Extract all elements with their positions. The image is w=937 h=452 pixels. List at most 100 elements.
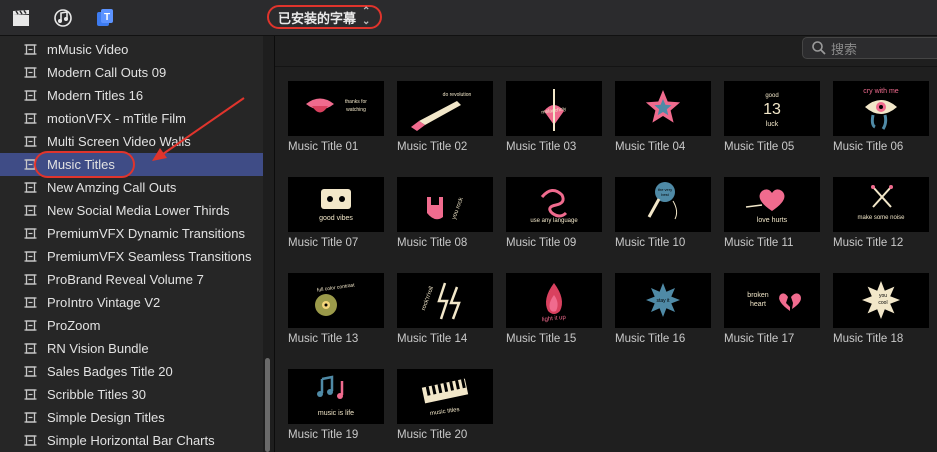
sidebar-item-label: Simple Design Titles xyxy=(47,410,165,425)
svg-text:love hurts: love hurts xyxy=(757,217,788,224)
svg-text:heart: heart xyxy=(750,301,766,308)
sidebar-item-label: motionVFX - mTitle Film xyxy=(47,111,186,126)
title-bundle-icon xyxy=(24,205,37,216)
sidebar-item[interactable]: PremiumVFX Dynamic Transitions xyxy=(0,222,263,245)
sidebar-item[interactable]: Sales Badges Title 20 xyxy=(0,360,263,383)
svg-text:you: you xyxy=(879,293,887,299)
title-caption: Music Title 12 xyxy=(833,237,904,249)
title-caption: Music Title 14 xyxy=(397,333,468,345)
title-bundle-icon xyxy=(24,435,37,446)
title-tile[interactable]: cry with me Music Title 06 xyxy=(833,81,929,161)
title-caption: Music Title 03 xyxy=(506,141,577,153)
header-divider xyxy=(275,66,937,67)
title-thumbnail: light it up xyxy=(506,273,602,328)
title-caption: Music Title 13 xyxy=(288,333,359,345)
installed-titles-dropdown[interactable]: 已安装的字幕 ⌃ ⌄ xyxy=(267,5,382,29)
sidebar-item-label: Multi Screen Video Walls xyxy=(47,134,191,149)
title-caption: Music Title 05 xyxy=(724,141,795,153)
chevron-updown-icon: ⌃ ⌄ xyxy=(362,6,371,27)
sidebar-item[interactable]: Multi Screen Video Walls xyxy=(0,130,263,153)
title-bundle-icon xyxy=(24,366,37,377)
title-thumbnail: stay it xyxy=(615,273,711,328)
title-tile[interactable]: you rock Music Title 08 xyxy=(397,177,493,257)
sidebar-item-label: PremiumVFX Seamless Transitions xyxy=(47,249,252,264)
title-tile[interactable]: light it up Music Title 15 xyxy=(506,273,602,353)
title-tile[interactable]: the very best Music Title 10 xyxy=(615,177,711,257)
title-tile[interactable]: you cool Music Title 18 xyxy=(833,273,929,353)
title-tile[interactable]: do revolution Music Title 02 xyxy=(397,81,493,161)
search-field[interactable]: 搜索 xyxy=(802,37,937,59)
title-thumbnail: the very best xyxy=(615,177,711,232)
title-caption: Music Title 10 xyxy=(615,237,686,249)
title-thumbnail: broken heart xyxy=(724,273,820,328)
sidebar-item-label: ProBrand Reveal Volume 7 xyxy=(47,272,204,287)
title-tile[interactable]: full color contrast Music Title 13 xyxy=(288,273,384,353)
title-tile[interactable]: melancholy Music Title 03 xyxy=(506,81,602,161)
sidebar-item[interactable]: Simple Design Titles xyxy=(0,406,263,429)
svg-text:music is life: music is life xyxy=(318,410,354,417)
sidebar-item-label: Modern Titles 16 xyxy=(47,88,144,103)
sidebar-item[interactable]: Modern Titles 16 xyxy=(0,84,263,107)
title-tile[interactable]: Music Title 04 xyxy=(615,81,711,161)
search-icon xyxy=(812,41,826,55)
title-thumbnail: good vibes xyxy=(288,177,384,232)
svg-text:best: best xyxy=(661,192,669,197)
sidebar-item-label: New Social Media Lower Thirds xyxy=(47,203,230,218)
sidebar-scrollbar[interactable] xyxy=(265,358,270,452)
title-tile[interactable]: good 13 luck Music Title 05 xyxy=(724,81,820,161)
sidebar-item-label: New Amzing Call Outs xyxy=(47,180,177,195)
title-bundle-icon xyxy=(24,113,37,124)
svg-text:T: T xyxy=(104,12,110,23)
sidebar-item[interactable]: motionVFX - mTitle Film xyxy=(0,107,263,130)
title-tile[interactable]: stay it Music Title 16 xyxy=(615,273,711,353)
title-tile[interactable]: thanks for watching Music Title 01 xyxy=(288,81,384,161)
title-tile[interactable]: broken heart Music Title 17 xyxy=(724,273,820,353)
music-notes-icon[interactable] xyxy=(53,8,73,28)
title-caption: Music Title 17 xyxy=(724,333,795,345)
title-caption: Music Title 15 xyxy=(506,333,577,345)
sidebar-item[interactable]: PremiumVFX Seamless Transitions xyxy=(0,245,263,268)
title-bundle-icon xyxy=(24,44,37,55)
sidebar-item-label: ProIntro Vintage V2 xyxy=(47,295,161,310)
title-bundle-icon xyxy=(24,320,37,331)
title-tile[interactable]: love hurts Music Title 11 xyxy=(724,177,820,257)
title-tile[interactable]: use any language Music Title 09 xyxy=(506,177,602,257)
title-tile[interactable]: music is life Music Title 19 xyxy=(288,369,384,449)
title-tile[interactable]: music titles Music Title 20 xyxy=(397,369,493,449)
sidebar-item[interactable]: New Amzing Call Outs xyxy=(0,176,263,199)
title-thumbnail: cry with me xyxy=(833,81,929,136)
sidebar-item[interactable]: ProZoom xyxy=(0,314,263,337)
title-bundle-icon xyxy=(24,412,37,423)
title-thumbnail: thanks for watching xyxy=(288,81,384,136)
sidebar-item[interactable]: Modern Call Outs 09 xyxy=(0,61,263,84)
title-caption: Music Title 19 xyxy=(288,429,359,441)
sidebar-item[interactable]: Simple Horizontal Bar Charts xyxy=(0,429,263,452)
title-bundle-icon xyxy=(24,90,37,101)
titles-icon[interactable]: T xyxy=(95,8,115,28)
title-bundle-icon xyxy=(24,228,37,239)
title-bundle-icon xyxy=(24,297,37,308)
sidebar-item[interactable]: Scribble Titles 30 xyxy=(0,383,263,406)
sidebar-item[interactable]: mMusic Video xyxy=(0,38,263,61)
sidebar-item[interactable]: New Social Media Lower Thirds xyxy=(0,199,263,222)
title-bundle-icon xyxy=(24,343,37,354)
sidebar-item-label: Scribble Titles 30 xyxy=(47,387,146,402)
clapper-icon[interactable] xyxy=(11,8,31,28)
title-tile[interactable]: good vibes Music Title 07 xyxy=(288,177,384,257)
svg-text:full color contrast: full color contrast xyxy=(317,282,356,293)
title-thumbnail: rock'n'roll xyxy=(397,273,493,328)
title-tile[interactable]: make some noise Music Title 12 xyxy=(833,177,929,257)
svg-text:stay it: stay it xyxy=(656,298,670,304)
title-caption: Music Title 09 xyxy=(506,237,577,249)
sidebar-item[interactable]: ProIntro Vintage V2 xyxy=(0,291,263,314)
svg-text:music titles: music titles xyxy=(430,407,460,417)
svg-text:do revolution: do revolution xyxy=(443,92,472,98)
title-bundle-icon xyxy=(24,159,37,170)
svg-text:you rock: you rock xyxy=(451,196,465,220)
title-thumbnail: music titles xyxy=(397,369,493,424)
title-bundle-icon xyxy=(24,182,37,193)
title-tile[interactable]: rock'n'roll Music Title 14 xyxy=(397,273,493,353)
sidebar-item[interactable]: RN Vision Bundle xyxy=(0,337,263,360)
sidebar-item[interactable]: ProBrand Reveal Volume 7 xyxy=(0,268,263,291)
sidebar-item[interactable]: Music Titles xyxy=(0,153,263,176)
